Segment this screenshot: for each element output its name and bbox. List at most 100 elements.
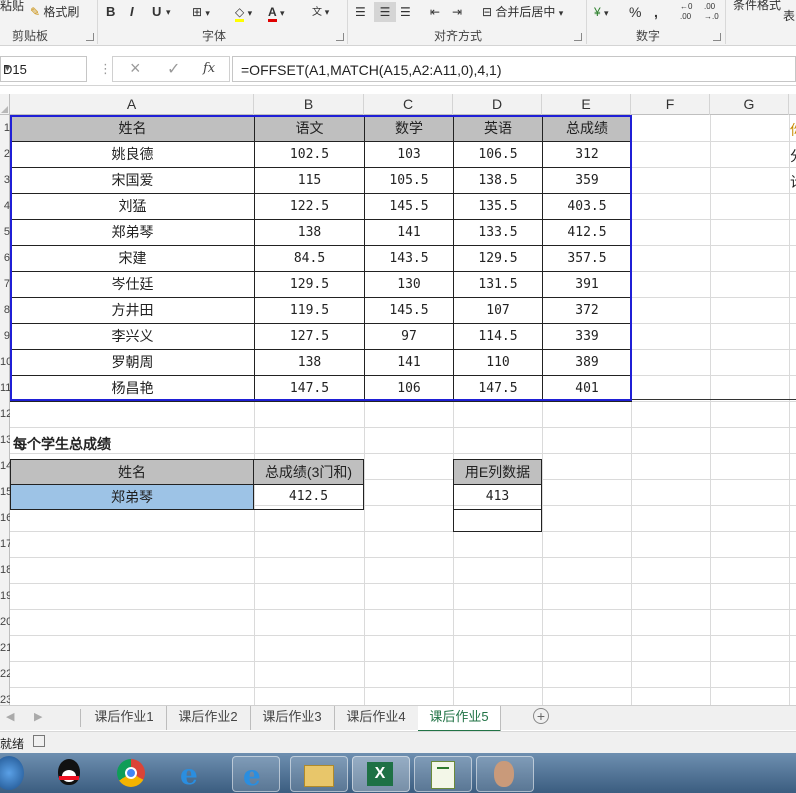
merge-center-button[interactable]: ⊟ 合并后居中 ▾ — [482, 2, 563, 22]
align-center-button[interactable]: ☰ — [374, 2, 396, 22]
score-cell[interactable]: 103 — [364, 141, 454, 168]
align-left-button[interactable]: ☰ — [355, 2, 366, 22]
score-cell[interactable]: 138 — [254, 219, 365, 246]
score-cell[interactable]: 359 — [542, 167, 632, 194]
student-name-cell[interactable]: 刘猛 — [10, 193, 255, 220]
alt-header[interactable]: 用E列数据 — [453, 459, 542, 485]
paste-label-partial[interactable]: 粘贴 — [0, 0, 24, 16]
score-cell[interactable]: 403.5 — [542, 193, 632, 220]
sheet-tab-5-active[interactable]: 课后作业5 — [418, 706, 501, 732]
phonetic-button[interactable]: 文 ▾ — [312, 2, 329, 22]
italic-button[interactable]: I — [130, 2, 134, 22]
score-cell[interactable]: 127.5 — [254, 323, 365, 350]
score-cell[interactable]: 143.5 — [364, 245, 454, 272]
score-cell[interactable]: 133.5 — [453, 219, 543, 246]
row-header[interactable]: 4 — [0, 200, 10, 212]
score-cell[interactable]: 102.5 — [254, 141, 365, 168]
name-box[interactable]: D15 ▼ — [0, 56, 87, 82]
column-header-g[interactable]: G — [710, 94, 789, 115]
column-header-a[interactable]: A — [10, 94, 254, 115]
score-cell[interactable]: 114.5 — [453, 323, 543, 350]
row-header[interactable]: 21 — [0, 642, 10, 654]
score-cell[interactable]: 115 — [254, 167, 365, 194]
font-dialog-launcher[interactable] — [336, 33, 344, 41]
table-format-button-partial[interactable]: 表 — [783, 6, 795, 26]
scroll-left-icon[interactable]: ◀ — [6, 710, 14, 723]
score-cell[interactable]: 131.5 — [453, 271, 543, 298]
file-explorer-icon[interactable] — [290, 756, 348, 792]
format-painter-button[interactable]: ✎ 格式刷 — [30, 2, 79, 22]
row-header[interactable]: 15 — [0, 486, 10, 498]
row-header[interactable]: 19 — [0, 590, 10, 602]
row-header[interactable]: 13 — [0, 434, 10, 446]
column-header-b[interactable]: B — [254, 94, 364, 115]
table-header-cell[interactable]: 姓名 — [10, 115, 255, 142]
student-name-cell[interactable]: 姚良德 — [10, 141, 255, 168]
student-name-cell[interactable]: 宋建 — [10, 245, 255, 272]
row-header[interactable]: 3 — [0, 174, 10, 186]
score-cell[interactable]: 391 — [542, 271, 632, 298]
summary-name-header[interactable]: 姓名 — [10, 459, 254, 485]
sheet-tab-2[interactable]: 课后作业2 — [166, 706, 251, 730]
conditional-format-button[interactable]: 条件格式 — [733, 0, 781, 15]
formula-input[interactable]: =OFFSET(A1,MATCH(A15,A2:A11,0),4,1) — [232, 56, 796, 82]
score-cell[interactable]: 389 — [542, 349, 632, 376]
currency-button[interactable]: ¥ ▾ — [594, 2, 609, 22]
row-header[interactable]: 14 — [0, 460, 10, 472]
cancel-icon[interactable]: × — [130, 58, 141, 79]
chrome-icon[interactable] — [114, 756, 148, 790]
score-cell[interactable]: 138 — [254, 349, 365, 376]
comma-button[interactable]: , — [654, 2, 658, 22]
ie-icon[interactable]: e — [176, 756, 210, 791]
row-header[interactable]: 6 — [0, 252, 10, 264]
row-header[interactable]: 1 — [0, 122, 10, 134]
student-name-cell[interactable]: 罗朝周 — [10, 349, 255, 376]
score-cell[interactable]: 106.5 — [453, 141, 543, 168]
student-name-cell[interactable]: 方井田 — [10, 297, 255, 324]
student-name-cell[interactable]: 岑仕廷 — [10, 271, 255, 298]
column-header-e[interactable]: E — [542, 94, 631, 115]
border-button[interactable]: ⊞ ▾ — [192, 2, 210, 22]
student-name-cell[interactable]: 杨昌艳 — [10, 375, 255, 402]
score-cell[interactable]: 110 — [453, 349, 543, 376]
percent-button[interactable]: % — [629, 2, 641, 22]
score-cell[interactable]: 135.5 — [453, 193, 543, 220]
row-header[interactable]: 16 — [0, 512, 10, 524]
score-cell[interactable]: 129.5 — [254, 271, 365, 298]
score-cell[interactable]: 97 — [364, 323, 454, 350]
row-header[interactable]: 20 — [0, 616, 10, 628]
start-button-icon[interactable] — [0, 756, 24, 790]
row-header[interactable]: 17 — [0, 538, 10, 550]
score-cell[interactable]: 141 — [364, 349, 454, 376]
score-cell[interactable]: 147.5 — [254, 375, 365, 402]
score-cell[interactable]: 138.5 — [453, 167, 543, 194]
score-cell[interactable]: 412.5 — [542, 219, 632, 246]
bold-button[interactable]: B — [106, 2, 115, 22]
student-name-cell[interactable]: 郑弟琴 — [10, 219, 255, 246]
student-name-cell[interactable]: 宋国爱 — [10, 167, 255, 194]
align-right-button[interactable]: ☰ — [400, 2, 411, 22]
clipboard-dialog-launcher[interactable] — [86, 33, 94, 41]
font-color-button[interactable]: A ▾ — [268, 2, 285, 22]
score-cell[interactable]: 129.5 — [453, 245, 543, 272]
column-header-c[interactable]: C — [364, 94, 453, 115]
alignment-dialog-launcher[interactable] — [574, 33, 582, 41]
score-cell[interactable]: 147.5 — [453, 375, 543, 402]
underline-button[interactable]: U — [152, 2, 161, 22]
increase-decimal-button[interactable]: ←0.00 — [680, 2, 692, 22]
table-header-cell[interactable]: 总成绩 — [542, 115, 632, 142]
table-header-cell[interactable]: 语文 — [254, 115, 365, 142]
user-avatar-icon[interactable] — [476, 756, 534, 792]
number-dialog-launcher[interactable] — [713, 33, 721, 41]
score-cell[interactable]: 141 — [364, 219, 454, 246]
sheet-tab-4[interactable]: 课后作业4 — [334, 706, 419, 730]
select-all-corner[interactable] — [0, 94, 10, 115]
score-cell[interactable]: 119.5 — [254, 297, 365, 324]
decrease-indent-button[interactable]: ⇤ — [430, 2, 440, 22]
notepad-icon[interactable] — [414, 756, 472, 792]
excel-icon[interactable]: X — [352, 756, 410, 792]
score-cell[interactable]: 312 — [542, 141, 632, 168]
table-header-cell[interactable]: 数学 — [364, 115, 454, 142]
score-cell[interactable]: 106 — [364, 375, 454, 402]
row-header[interactable]: 11 — [0, 382, 10, 394]
